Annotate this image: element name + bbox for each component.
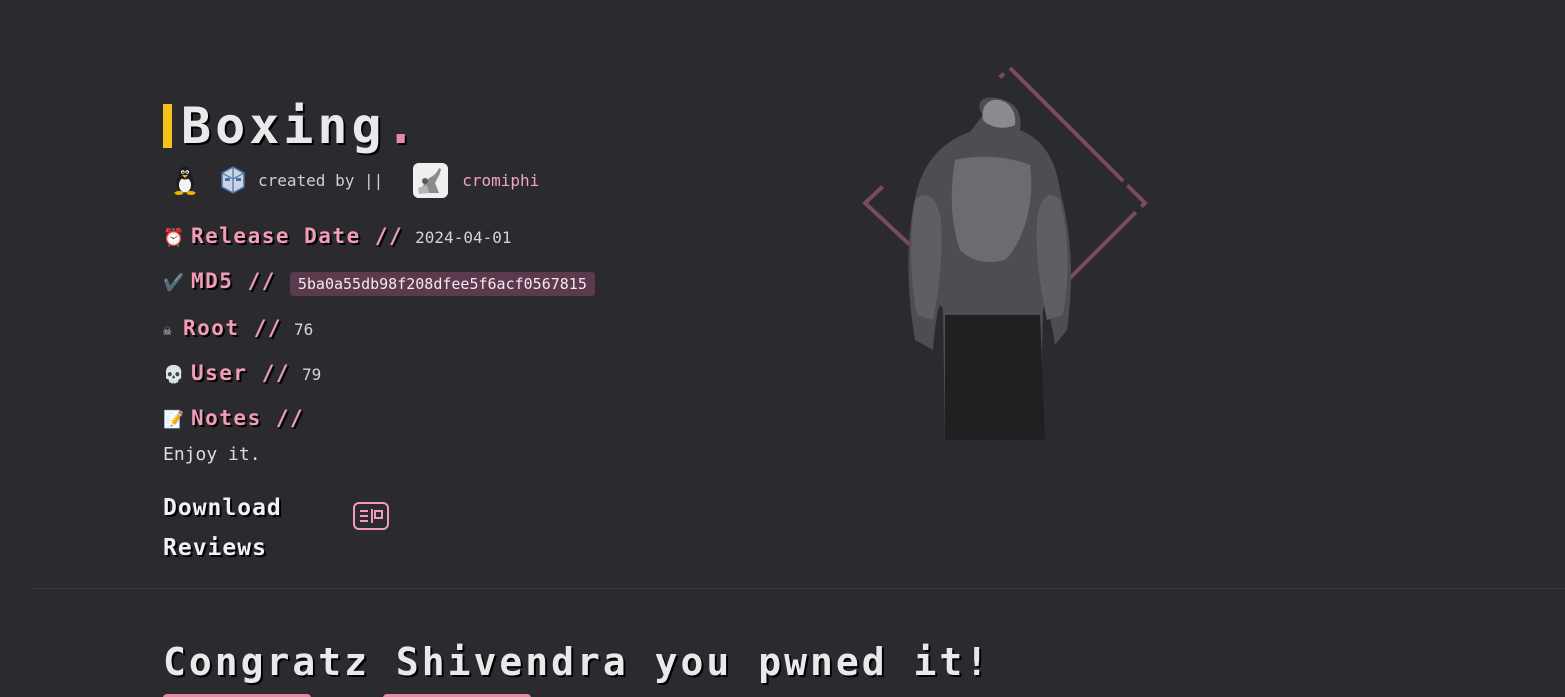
user-row: 💀 User // 79 (163, 361, 321, 385)
release-date-label: Release Date // (191, 224, 404, 248)
memo-icon: 📝 (163, 410, 185, 430)
md5-label: MD5 // (191, 269, 276, 293)
md5-value[interactable]: 5ba0a55db98f208dfee5f6acf0567815 (289, 272, 595, 296)
user-value: 79 (302, 365, 322, 384)
release-date-row: ⏰ Release Date // 2024-04-01 (163, 224, 511, 248)
notes-row: 📝 Notes // (163, 406, 304, 430)
page-title: Boxing. (181, 97, 420, 155)
vm-download-icon[interactable] (353, 502, 389, 530)
root-label: Root // (183, 316, 283, 340)
author-avatar[interactable] (413, 162, 449, 198)
notes-text: Enjoy it. (163, 444, 261, 465)
creator-row: created by || cromiphi (172, 162, 539, 198)
machine-page: Boxing. created by || cromiphi ⏰ Release… (0, 0, 1565, 697)
root-row: ☠ Root // 76 (163, 316, 313, 340)
check-mark-icon: ✔️ (163, 273, 185, 293)
download-link[interactable]: Download (163, 495, 282, 521)
alarm-clock-icon: ⏰ (163, 228, 185, 248)
section-divider (30, 588, 1565, 589)
notes-label: Notes // (191, 406, 305, 430)
boxer-artwork (855, 60, 1155, 460)
skull-icon: 💀 (163, 365, 185, 385)
linux-tux-icon (172, 165, 198, 195)
md5-row: ✔️ MD5 // 5ba0a55db98f208dfee5f6acf05678… (163, 269, 595, 296)
congratz-heading: Congratz Shivendra you pwned it! (163, 640, 992, 684)
release-date-value: 2024-04-01 (415, 228, 512, 247)
title-accent-bar (163, 104, 172, 148)
root-value: 76 (294, 320, 314, 339)
created-by-label: created by || (258, 170, 384, 190)
skull-crossbones-icon: ☠ (163, 323, 172, 339)
author-link[interactable]: cromiphi (462, 171, 539, 190)
virtualbox-icon (220, 165, 246, 195)
reviews-link[interactable]: Reviews (163, 535, 267, 561)
user-label: User // (191, 361, 291, 385)
